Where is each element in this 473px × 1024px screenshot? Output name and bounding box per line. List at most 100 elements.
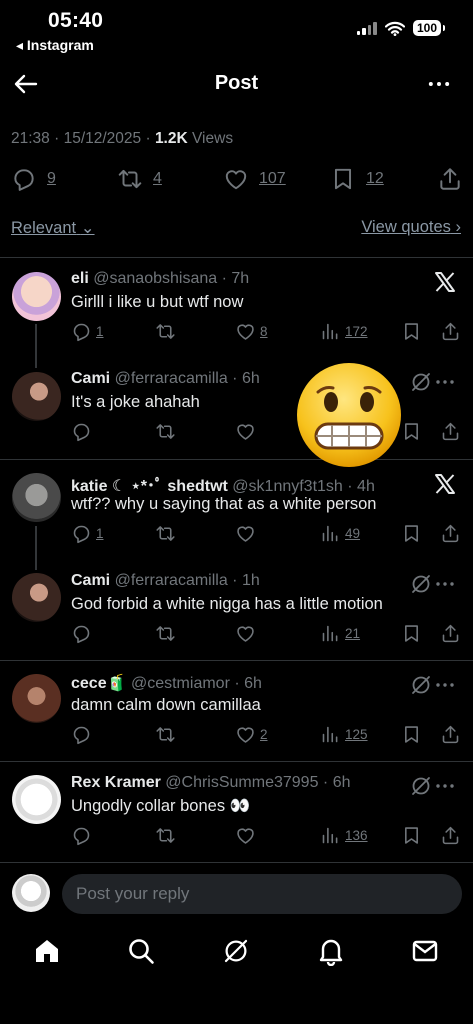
view-quotes-link[interactable]: View quotes › bbox=[361, 218, 461, 237]
reply-item[interactable]: katie ☾ ⋆*･ﾟ shedtwt @sk1nnyf3t1sh · 4h … bbox=[0, 460, 473, 570]
share-button[interactable] bbox=[440, 321, 461, 342]
reply-item[interactable]: Cami @ferraracamilla · 6h It's a joke ah… bbox=[0, 358, 473, 458]
reply-time: 6h bbox=[241, 370, 260, 387]
notifications-icon[interactable] bbox=[316, 936, 346, 966]
bookmark-button[interactable] bbox=[401, 321, 422, 342]
reply-input[interactable]: Post your reply bbox=[62, 874, 462, 914]
author-name[interactable]: Rex Kramer bbox=[71, 774, 161, 791]
grok-icon[interactable] bbox=[221, 936, 251, 966]
avatar[interactable] bbox=[12, 372, 61, 421]
author-handle[interactable]: @sanaobshisana bbox=[93, 270, 217, 287]
chevron-right-icon: › bbox=[455, 218, 462, 236]
share-button[interactable] bbox=[440, 623, 461, 644]
author-handle[interactable]: @ferraracamilla bbox=[115, 572, 228, 589]
grok-icon[interactable] bbox=[409, 774, 433, 798]
search-icon[interactable] bbox=[126, 936, 156, 966]
repost-button[interactable] bbox=[155, 523, 176, 544]
reply-header: Cami @ferraracamilla · 1h bbox=[71, 572, 260, 590]
heart-icon bbox=[235, 825, 256, 846]
like-button[interactable] bbox=[235, 623, 256, 644]
repost-button[interactable] bbox=[155, 825, 176, 846]
share-button[interactable] bbox=[440, 421, 461, 442]
like-button[interactable] bbox=[235, 825, 256, 846]
repost-button[interactable] bbox=[155, 321, 176, 342]
reply-item[interactable]: cece🧃 @cestmiamor · 6h damn calm down ca… bbox=[0, 661, 473, 761]
views-button[interactable]: 49 bbox=[320, 523, 360, 544]
reply-button[interactable]: 1 bbox=[71, 321, 104, 342]
share-button[interactable] bbox=[440, 523, 461, 544]
avatar[interactable] bbox=[12, 573, 61, 622]
grok-icon[interactable] bbox=[409, 572, 433, 596]
reply-button[interactable] bbox=[71, 825, 92, 846]
views-button[interactable]: 21 bbox=[320, 623, 360, 644]
share-button[interactable] bbox=[437, 166, 463, 192]
reply-time-sep: · bbox=[318, 774, 333, 791]
author-name[interactable]: katie ☾ ⋆*･ﾟ shedtwt bbox=[71, 478, 228, 495]
share-button[interactable] bbox=[440, 825, 461, 846]
home-icon[interactable] bbox=[32, 936, 62, 966]
relevance-dropdown[interactable]: Relevant ⌄ bbox=[11, 218, 95, 238]
views-button[interactable]: 125 bbox=[320, 724, 368, 745]
author-handle[interactable]: @ferraracamilla bbox=[115, 370, 228, 387]
repost-button[interactable] bbox=[155, 623, 176, 644]
bookmark-icon bbox=[401, 321, 422, 342]
share-button[interactable] bbox=[440, 724, 461, 745]
grok-icon[interactable] bbox=[409, 673, 433, 697]
bookmark-icon bbox=[401, 623, 422, 644]
author-handle[interactable]: @sk1nnyf3t1sh bbox=[232, 478, 343, 495]
like-button[interactable] bbox=[235, 523, 256, 544]
more-options-icon[interactable] bbox=[425, 70, 453, 98]
reply-time-sep: · bbox=[227, 572, 242, 589]
bookmark-button[interactable] bbox=[401, 421, 422, 442]
author-name[interactable]: Cami bbox=[71, 370, 110, 387]
reply-button[interactable] bbox=[71, 724, 92, 745]
reply-button[interactable] bbox=[71, 421, 92, 442]
reposts-button[interactable]: 4 bbox=[117, 166, 162, 192]
bookmark-button[interactable] bbox=[401, 523, 422, 544]
grimacing-face-sticker bbox=[297, 363, 401, 467]
repost-button[interactable] bbox=[155, 421, 176, 442]
my-avatar[interactable] bbox=[12, 874, 50, 912]
author-name[interactable]: eli bbox=[71, 270, 89, 287]
views-count: 125 bbox=[345, 727, 368, 742]
bookmark-icon bbox=[401, 724, 422, 745]
author-name[interactable]: cece🧃 bbox=[71, 675, 127, 692]
avatar[interactable] bbox=[12, 473, 61, 522]
author-name[interactable]: Cami bbox=[71, 572, 110, 589]
views-button[interactable]: 136 bbox=[320, 825, 368, 846]
views-button[interactable]: 172 bbox=[320, 321, 368, 342]
more-options-icon[interactable] bbox=[433, 774, 457, 798]
bookmark-button[interactable] bbox=[401, 623, 422, 644]
repost-button[interactable] bbox=[155, 724, 176, 745]
bookmark-button[interactable] bbox=[401, 825, 422, 846]
like-button[interactable]: 8 bbox=[235, 321, 268, 342]
like-button[interactable]: 2 bbox=[235, 724, 268, 745]
more-options-icon[interactable] bbox=[433, 673, 457, 697]
avatar[interactable] bbox=[12, 775, 61, 824]
likes-button[interactable]: 107 bbox=[223, 166, 286, 192]
like-button[interactable] bbox=[235, 421, 256, 442]
grok-icon[interactable] bbox=[409, 370, 433, 394]
reply-icon bbox=[71, 421, 92, 442]
reply-button[interactable]: 1 bbox=[71, 523, 104, 544]
back-to-app-link[interactable]: ◂ Instagram bbox=[16, 37, 94, 54]
author-handle[interactable]: @ChrisSumme37995 bbox=[165, 774, 318, 791]
reply-item[interactable]: eli @sanaobshisana · 7h Girlll i like u … bbox=[0, 258, 473, 368]
avatar[interactable] bbox=[12, 272, 61, 321]
avatar[interactable] bbox=[12, 674, 61, 723]
reply-button[interactable] bbox=[71, 623, 92, 644]
like-count: 2 bbox=[260, 727, 268, 742]
more-options-icon[interactable] bbox=[433, 370, 457, 394]
reply-item[interactable]: Cami @ferraracamilla · 1h God forbid a w… bbox=[0, 560, 473, 660]
reply-time: 4h bbox=[357, 478, 375, 495]
reply-item[interactable]: Rex Kramer @ChrisSumme37995 · 6h Ungodly… bbox=[0, 762, 473, 862]
bookmarks-button[interactable]: 12 bbox=[330, 166, 384, 192]
bookmark-button[interactable] bbox=[401, 724, 422, 745]
replies-button[interactable]: 9 bbox=[11, 166, 56, 192]
heart-icon bbox=[235, 724, 256, 745]
reply-header: eli @sanaobshisana · 7h bbox=[71, 270, 249, 288]
reply-actions: 136 bbox=[71, 825, 461, 849]
more-options-icon[interactable] bbox=[433, 572, 457, 596]
messages-icon[interactable] bbox=[410, 936, 440, 966]
author-handle[interactable]: @cestmiamor bbox=[131, 675, 230, 692]
